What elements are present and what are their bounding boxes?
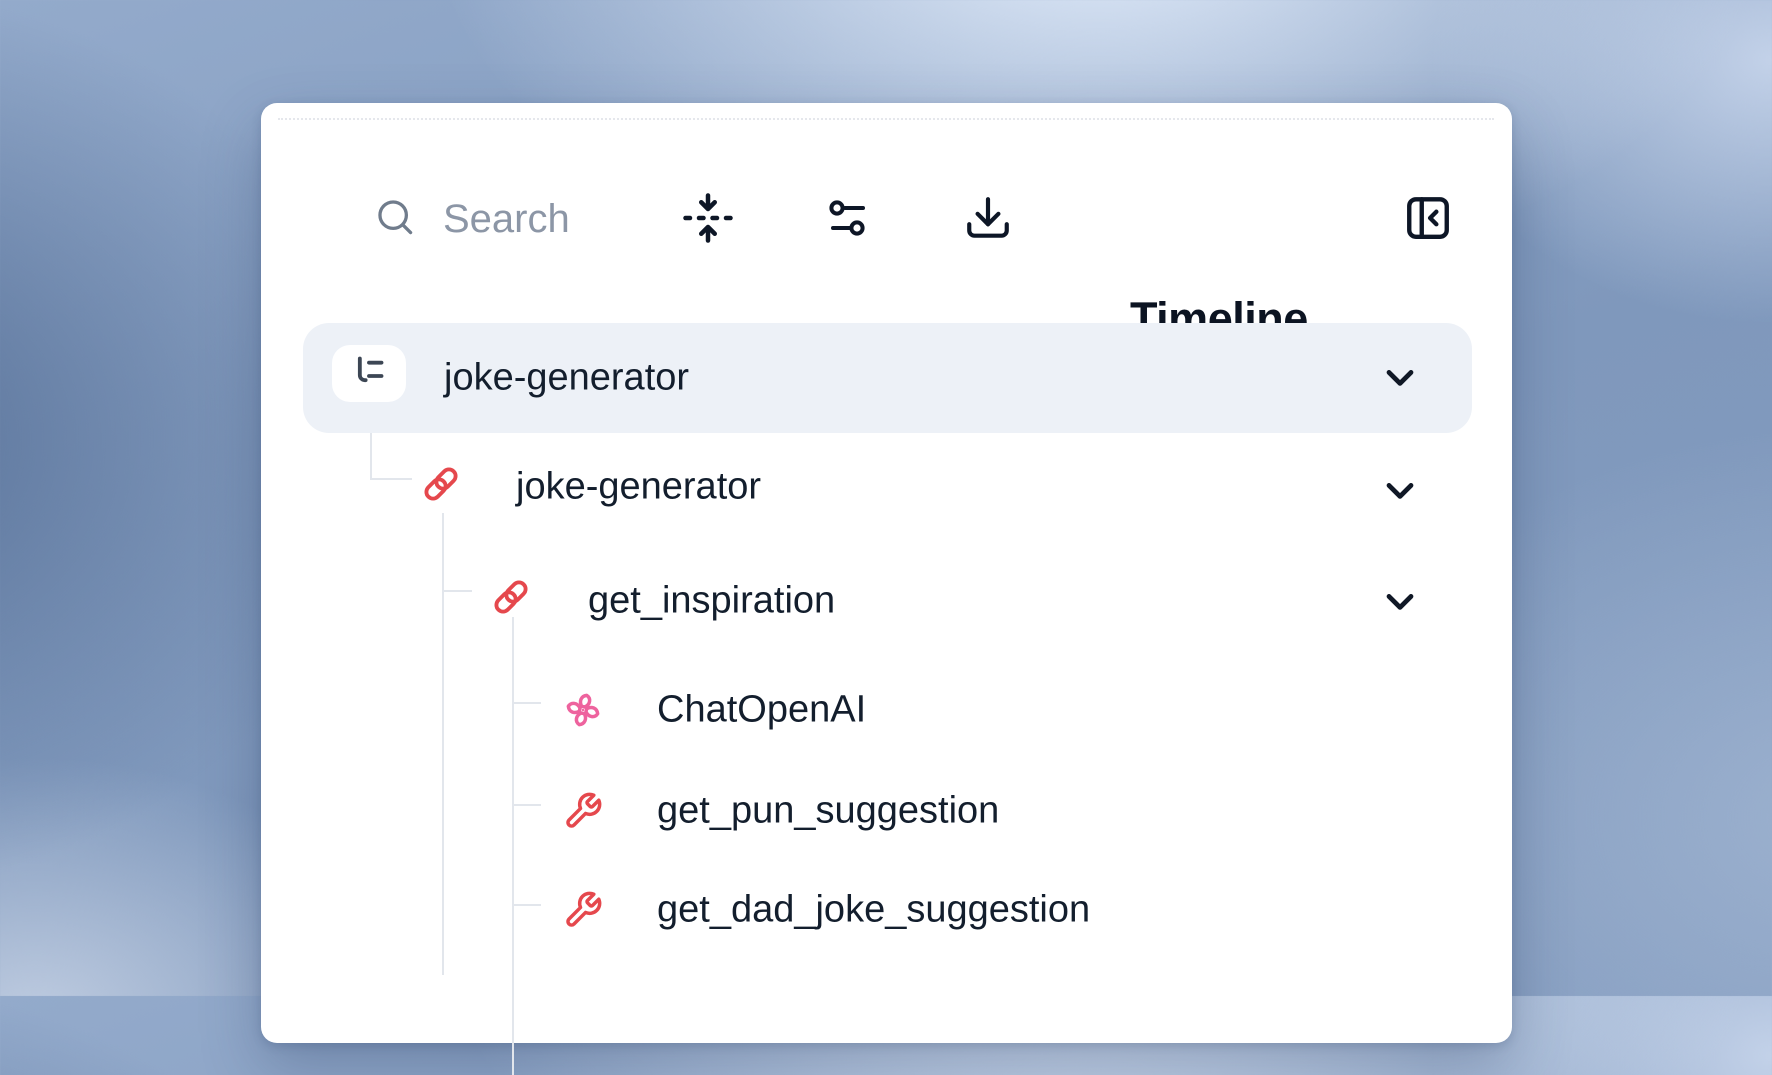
tree-connector-line: [442, 513, 444, 975]
tree-row-label[interactable]: ChatOpenAI: [657, 689, 866, 732]
chevron-down-icon[interactable]: [1378, 579, 1422, 623]
settings-sliders-icon[interactable]: [823, 194, 871, 242]
tree-row-label[interactable]: get_inspiration: [588, 580, 835, 623]
chain-link-icon: [421, 464, 461, 504]
tree-row-label[interactable]: get_dad_joke_suggestion: [657, 889, 1090, 932]
chain-link-icon: [491, 577, 531, 617]
chevron-down-icon[interactable]: [1378, 468, 1422, 512]
llm-pinwheel-icon: [563, 690, 603, 730]
tree-connector-line: [370, 433, 372, 480]
tree-connector-line: [512, 804, 541, 806]
tree-row-label[interactable]: joke-generator: [444, 357, 689, 400]
tree-connector-line: [512, 904, 541, 906]
tree-row-label[interactable]: get_pun_suggestion: [657, 790, 999, 833]
chevron-down-icon[interactable]: [1378, 355, 1422, 399]
tree-connector-line: [512, 702, 541, 704]
root-node-chip[interactable]: [332, 345, 406, 402]
tool-wrench-icon: [563, 791, 603, 831]
search-icon: [373, 195, 417, 244]
download-icon[interactable]: [963, 193, 1013, 243]
top-dotted-separator: [278, 118, 1494, 120]
panel-left-close-icon[interactable]: [1403, 193, 1453, 243]
tree-connector-line: [370, 478, 412, 480]
trace-tree-panel: Timeline joke-generator j: [261, 103, 1512, 1043]
tool-wrench-icon: [563, 890, 603, 930]
tree-connector-line: [442, 590, 472, 592]
list-tree-icon: [349, 351, 389, 396]
tree-connector-line: [512, 617, 514, 1075]
fold-vertical-icon[interactable]: [681, 191, 735, 245]
tree-row-label[interactable]: joke-generator: [516, 466, 761, 509]
